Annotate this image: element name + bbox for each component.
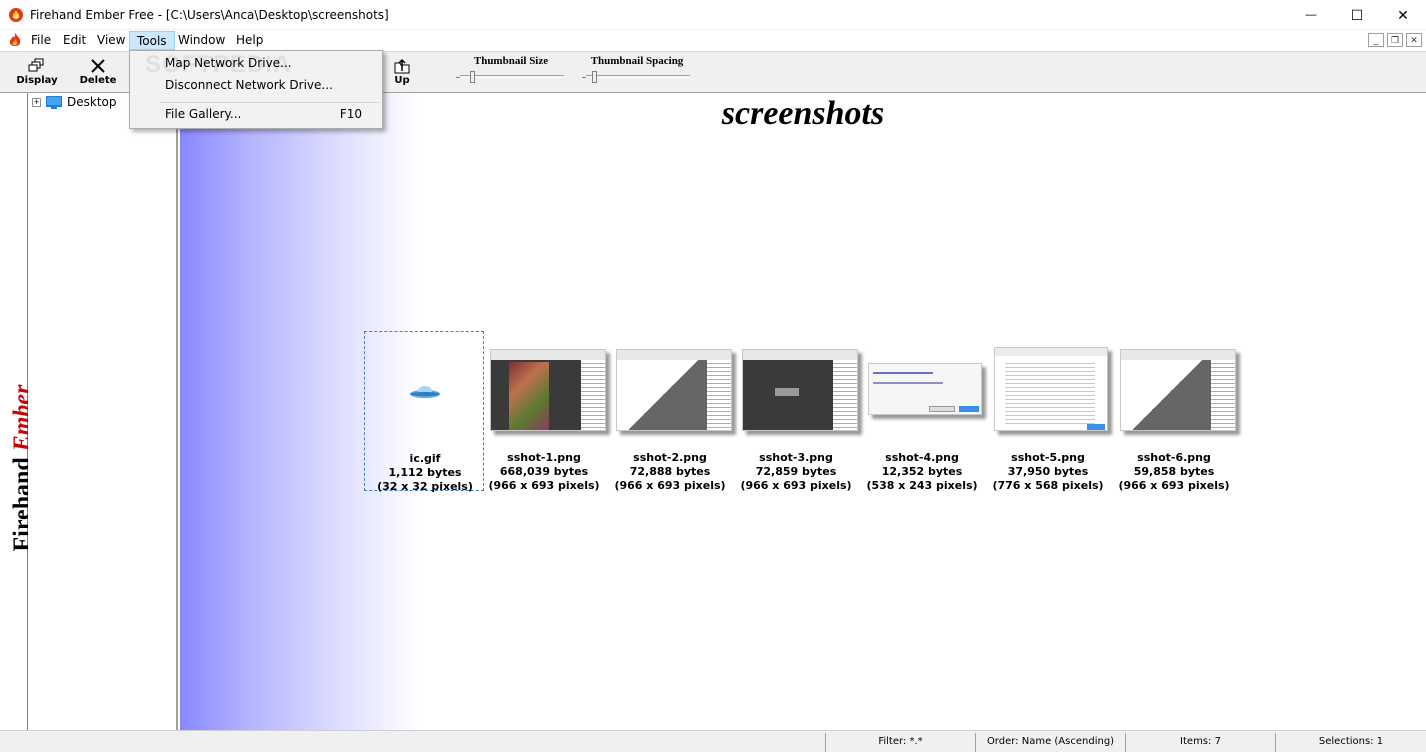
up-label: Up [394, 75, 410, 86]
status-items: Items: 7 [1125, 733, 1275, 752]
mdi-close-button[interactable]: ✕ [1406, 33, 1422, 47]
thumbnail-caption: sshot-3.png 72,859 bytes (966 x 693 pixe… [740, 451, 852, 492]
folder-tree[interactable]: + Desktop [28, 93, 178, 730]
thumbnail-caption: sshot-4.png 12,352 bytes (538 x 243 pixe… [866, 451, 978, 492]
title-bar: Firehand Ember Free - [C:\Users\Anca\Des… [0, 0, 1426, 30]
mdi-minimize-button[interactable]: _ [1368, 33, 1384, 47]
status-selections: Selections: 1 [1275, 733, 1426, 752]
folder-up-icon [394, 58, 410, 74]
status-filter: Filter: *.* [825, 733, 975, 752]
sshot-4-preview [868, 363, 982, 415]
thumbnail-size-slider-thumb[interactable] [470, 71, 475, 83]
thumbnail-spacing-track[interactable] [586, 75, 690, 78]
firehand-app-icon [9, 8, 23, 22]
thumbnail-caption: sshot-6.png 59,858 bytes (966 x 693 pixe… [1118, 451, 1230, 492]
sshot-3-preview [742, 349, 858, 431]
softpedia-watermark: SOFTPEDIA [145, 51, 292, 78]
thumbnail-caption: sshot-5.png 37,950 bytes (776 x 568 pixe… [992, 451, 1104, 492]
delete-label: Delete [79, 75, 117, 86]
thumbnail-size-control: Thumbnail Size [456, 55, 566, 91]
thumbnail-caption: sshot-1.png 668,039 bytes (966 x 693 pix… [488, 451, 600, 492]
sshot-1-preview [490, 349, 606, 431]
maximize-button[interactable]: ☐ [1334, 0, 1380, 30]
menu-window[interactable]: Window [171, 31, 232, 50]
sshot-6-preview [1120, 349, 1236, 431]
thumbnail-item[interactable]: sshot-5.png 37,950 bytes (776 x 568 pixe… [988, 331, 1108, 492]
menu-bar: File Edit View Tools Window Help _ ❐ ✕ [0, 30, 1426, 51]
flame-icon[interactable] [8, 32, 22, 48]
thumbnail-caption: sshot-2.png 72,888 bytes (966 x 693 pixe… [614, 451, 726, 492]
sshot-2-preview [616, 349, 732, 431]
display-icon [28, 58, 44, 72]
thumbnail-size-track[interactable] [460, 75, 564, 78]
menu-separator [160, 102, 380, 103]
thumbnail-item[interactable]: ic.gif 1,112 bytes (32 x 32 pixels) [364, 331, 484, 493]
window-title: Firehand Ember Free - [C:\Users\Anca\Des… [30, 8, 389, 22]
maximize-icon: ☐ [1350, 6, 1364, 23]
tree-expand-toggle[interactable]: + [32, 98, 41, 107]
minimize-icon: — [1305, 9, 1317, 21]
thumbnail-size-label: Thumbnail Size [473, 55, 549, 67]
file-gallery-shortcut: F10 [339, 107, 362, 121]
thumbnail-item[interactable]: sshot-1.png 668,039 bytes (966 x 693 pix… [484, 331, 606, 492]
tree-item-desktop[interactable]: Desktop [67, 95, 117, 109]
delete-x-icon [91, 59, 105, 73]
mdi-restore-button[interactable]: ❐ [1387, 33, 1403, 47]
menu-item-file-gallery[interactable]: File Gallery... F10 [132, 104, 380, 125]
thumbnail-spacing-slider-thumb[interactable] [592, 71, 597, 83]
thumbnail-item[interactable]: sshot-6.png 59,858 bytes (966 x 693 pixe… [1114, 331, 1236, 492]
menu-file[interactable]: File [24, 31, 58, 50]
display-label: Display [16, 75, 58, 86]
thumbnail-item[interactable]: sshot-3.png 72,859 bytes (966 x 693 pixe… [736, 331, 858, 492]
up-button[interactable]: Up [388, 57, 416, 91]
ic-gif-preview [410, 386, 440, 398]
brand-strip: Firehand Ember [0, 93, 36, 730]
delete-button[interactable]: Delete [76, 57, 120, 91]
menu-help[interactable]: Help [229, 31, 270, 50]
thumbnail-spacing-control: Thumbnail Spacing [582, 55, 692, 91]
display-button[interactable]: Display [14, 57, 60, 91]
menu-tools[interactable]: Tools [129, 31, 175, 50]
close-icon: ✕ [1397, 6, 1409, 23]
menu-edit[interactable]: Edit [56, 31, 93, 50]
thumbnail-item[interactable]: sshot-2.png 72,888 bytes (966 x 693 pixe… [610, 331, 732, 492]
menu-view[interactable]: View [90, 31, 132, 50]
desktop-icon [46, 96, 62, 109]
thumbnail-caption: ic.gif 1,112 bytes (32 x 32 pixels) [377, 452, 473, 493]
close-button[interactable]: ✕ [1380, 0, 1426, 30]
thumbnail-spacing-label: Thumbnail Spacing [590, 55, 684, 67]
thumbnail-view[interactable]: screenshots ic.gif 1,112 bytes (32 x 32 … [180, 93, 1426, 730]
status-order: Order: Name (Ascending) [975, 733, 1125, 752]
thumbnail-item[interactable]: sshot-4.png 12,352 bytes (538 x 243 pixe… [862, 331, 982, 492]
minimize-button[interactable]: — [1288, 0, 1334, 30]
status-bar: Filter: *.* Order: Name (Ascending) Item… [0, 730, 1426, 752]
sshot-5-preview [994, 347, 1108, 431]
